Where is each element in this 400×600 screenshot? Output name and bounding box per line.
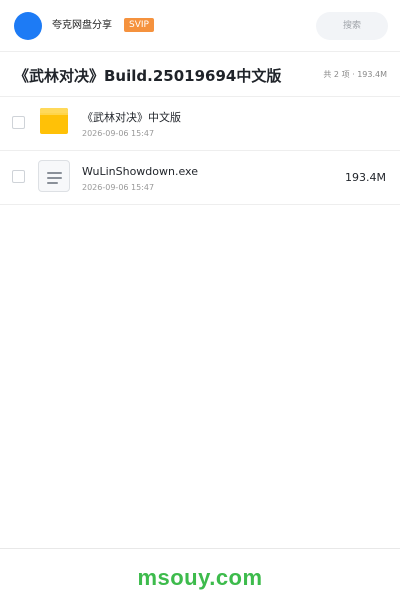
- file-date: 2026-09-06 15:47: [82, 129, 155, 138]
- share-title-bar: 《武林对决》Build.25019694中文版 共 2 项 · 193.4M: [0, 52, 400, 97]
- list-item-folder[interactable]: 《武林对决》中文版 2026-09-06 15:47: [0, 97, 400, 151]
- file-size: 193.4M: [345, 171, 386, 184]
- top-header: 夸克网盘分享 SVIP: [0, 0, 400, 52]
- footer: msouy.com: [0, 548, 400, 600]
- row-checkbox[interactable]: [12, 116, 25, 129]
- page-title: 《武林对决》Build.25019694中文版: [14, 67, 282, 85]
- avatar[interactable]: [14, 12, 42, 40]
- file-icon: [38, 160, 70, 192]
- app-name: 夸克网盘分享: [52, 20, 112, 31]
- search-input[interactable]: [316, 12, 388, 40]
- file-date: 2026-09-06 15:47: [82, 183, 155, 192]
- site-watermark: msouy.com: [137, 565, 263, 590]
- row-checkbox[interactable]: [12, 170, 25, 183]
- share-summary: 共 2 项 · 193.4M: [323, 70, 387, 79]
- svip-badge: SVIP: [124, 18, 154, 32]
- folder-icon: [40, 108, 68, 134]
- file-name[interactable]: WuLinShowdown.exe: [82, 165, 198, 179]
- file-name[interactable]: 《武林对决》中文版: [82, 111, 181, 125]
- list-item-file[interactable]: WuLinShowdown.exe 2026-09-06 15:47 193.4…: [0, 151, 400, 205]
